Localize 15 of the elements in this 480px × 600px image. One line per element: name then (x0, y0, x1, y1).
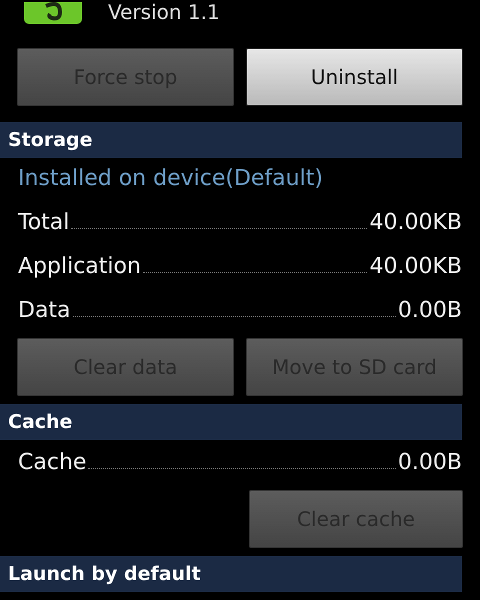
row-value: 0.00B (398, 449, 462, 477)
section-header: Storage (0, 122, 462, 158)
version-label: Version 1.1 (108, 0, 220, 24)
row-label: Application (18, 253, 141, 281)
row-label: Cache (18, 449, 86, 477)
section-header: Cache (0, 404, 462, 440)
row-label: Data (18, 297, 71, 325)
row-value: 40.00KB (369, 253, 462, 281)
action-button[interactable]: Uninstall (246, 48, 463, 106)
row-label: Total (18, 209, 70, 237)
row-value: 0.00B (398, 297, 462, 325)
install-location: Installed on device(Default) (17, 165, 324, 193)
app-icon (24, 2, 82, 24)
section-header: Launch by default (0, 556, 462, 592)
row-value: 40.00KB (369, 209, 462, 237)
